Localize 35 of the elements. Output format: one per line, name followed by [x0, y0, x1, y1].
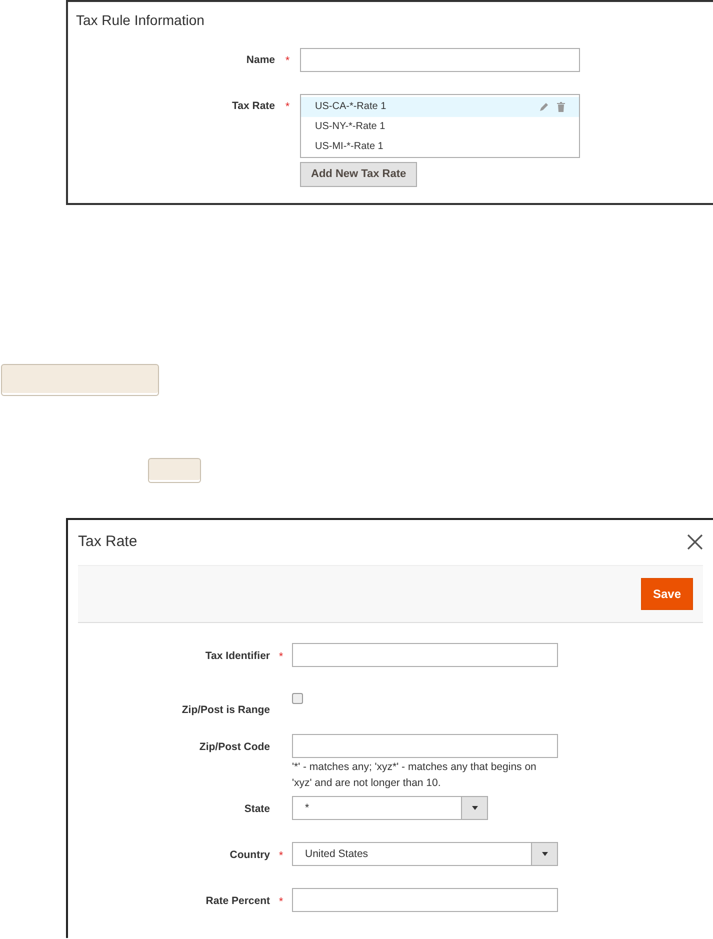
dropdown-arrow-icon — [542, 852, 548, 856]
field-label: Rate Percent — [206, 894, 270, 906]
add-tax-rate-button[interactable]: Add New Tax Rate — [300, 162, 418, 187]
name-input[interactable] — [300, 48, 580, 72]
tax-rate-item[interactable]: US-CA-*-Rate 1 — [301, 97, 579, 117]
text-input[interactable] — [292, 643, 558, 667]
text-input[interactable] — [292, 888, 558, 912]
field-label: Zip/Post Code — [199, 741, 270, 753]
edit-icon[interactable] — [539, 102, 549, 112]
field-label: Zip/Post is Range — [182, 704, 270, 716]
tax-rate-item[interactable]: US-NY-*-Rate 1 — [301, 117, 579, 137]
checkbox[interactable] — [292, 693, 303, 704]
select-field[interactable]: United States — [292, 842, 558, 866]
required-mark: * — [285, 101, 290, 113]
field-label: Tax Identifier — [205, 650, 270, 662]
close-icon[interactable] — [687, 534, 703, 550]
field-hint: '*' - matches any; 'xyz*' - matches any that begins on 'xyz' and are not longer than 10. — [292, 760, 538, 791]
section-title: Tax Rule Information — [76, 12, 204, 28]
tax-rate-item[interactable]: US-MI-*-Rate 1 — [301, 137, 579, 157]
required-mark: * — [278, 651, 284, 663]
dialog-title: Tax Rate — [78, 532, 138, 552]
blank-box — [148, 458, 201, 483]
tax-rate-list[interactable]: US-CA-*-Rate 1 US-NY-*-Rate 1 US-MI-*-Rate 1 — [300, 94, 580, 158]
dropdown-arrow-icon — [472, 806, 478, 810]
field-label: State — [244, 802, 270, 814]
select-field[interactable]: * — [292, 796, 488, 820]
required-mark: * — [285, 55, 290, 67]
required-mark: * — [278, 850, 284, 862]
field-label: Tax Rate — [232, 100, 275, 112]
field-label: Country — [230, 848, 270, 860]
delete-icon[interactable] — [557, 102, 565, 112]
text-input[interactable] — [292, 734, 558, 758]
field-label: Name — [246, 54, 275, 66]
save-button[interactable]: Save — [641, 578, 693, 610]
required-mark: * — [278, 896, 284, 908]
